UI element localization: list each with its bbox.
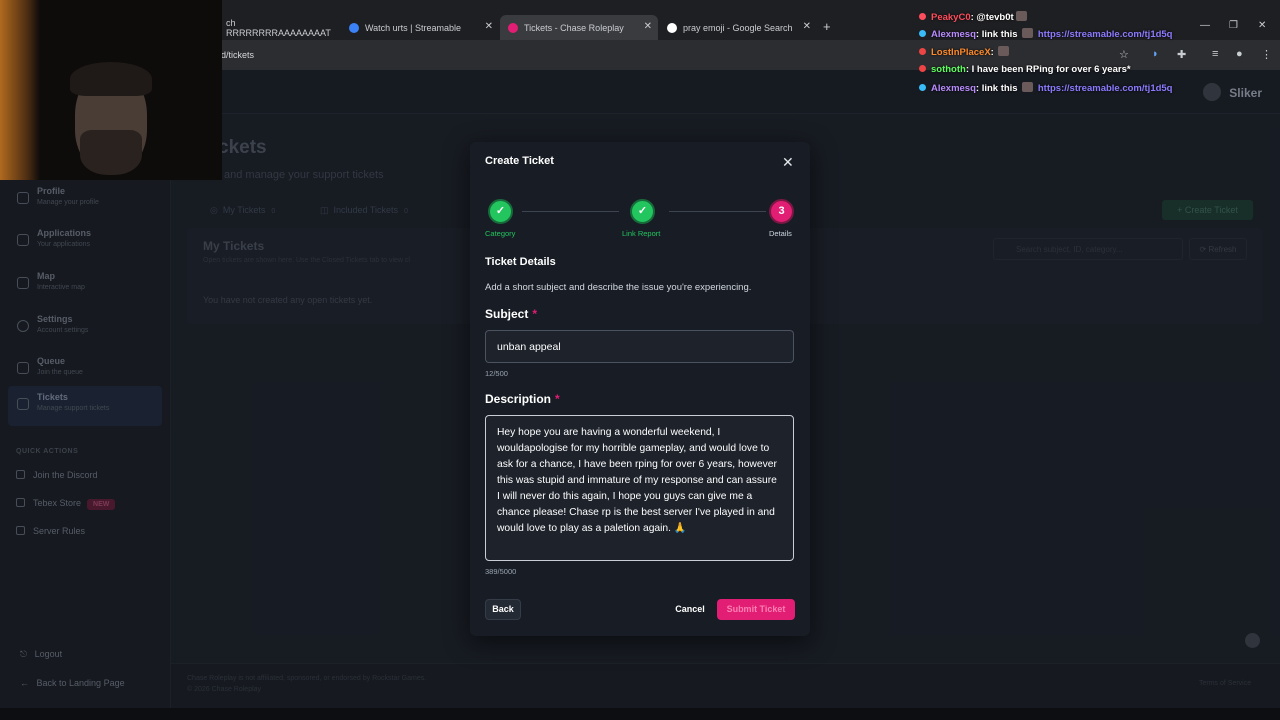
step-connector bbox=[669, 211, 766, 212]
close-icon[interactable]: ✕ bbox=[782, 154, 794, 171]
extension-icon[interactable]: ◗ bbox=[1152, 48, 1159, 60]
subject-label-text: Subject bbox=[485, 307, 529, 321]
tab-title: pray emoji - Google Search bbox=[683, 22, 793, 33]
webcam-light bbox=[0, 0, 40, 180]
close-window-icon[interactable]: ✕ bbox=[1258, 20, 1266, 31]
chase-icon bbox=[508, 22, 518, 33]
step-connector bbox=[522, 211, 619, 212]
required-mark: * bbox=[532, 307, 538, 321]
description-textarea[interactable]: Hey hope you are having a wonderful week… bbox=[485, 415, 794, 561]
chat-message: Alexmesq: link this https://streamable.c… bbox=[919, 28, 1173, 40]
emote-icon bbox=[998, 46, 1010, 56]
description-label: Description * bbox=[485, 392, 560, 406]
browser-tab-active[interactable]: Tickets - Chase Roleplay ✕ bbox=[500, 15, 658, 40]
submit-ticket-button[interactable]: Submit Ticket bbox=[717, 599, 795, 620]
badge-icon bbox=[919, 84, 926, 91]
tab-title: Tickets - Chase Roleplay bbox=[524, 22, 624, 33]
modal-title: Create Ticket bbox=[485, 155, 554, 167]
webcam-beard bbox=[80, 130, 142, 175]
chat-user: LostInPlaceX bbox=[931, 47, 991, 58]
step-1-check-icon: ✓ bbox=[488, 199, 513, 224]
step-3-number: 3 bbox=[769, 199, 794, 224]
chat-text: : I have been RPing for over 6 years* bbox=[965, 64, 1131, 75]
chat-text: : link this bbox=[975, 83, 1018, 94]
badge-icon bbox=[919, 13, 926, 20]
description-counter: 389/5000 bbox=[485, 567, 517, 576]
emote-icon bbox=[1022, 82, 1034, 92]
browser-tab[interactable]: pray emoji - Google Search ✕ bbox=[659, 15, 817, 40]
step-label-details: Details bbox=[769, 229, 792, 238]
menu-icon[interactable]: ⋮ bbox=[1261, 48, 1272, 61]
close-tab-icon[interactable]: ✕ bbox=[644, 21, 652, 32]
chat-message: PeakyC0: @tevb0t bbox=[919, 11, 1029, 23]
section-description: Add a short subject and describe the iss… bbox=[485, 282, 752, 293]
puzzle-icon[interactable]: ✚ bbox=[1177, 48, 1186, 61]
description-label-text: Description bbox=[485, 392, 552, 406]
bookmark-star-icon[interactable]: ☆ bbox=[1119, 48, 1129, 61]
chat-link[interactable]: https://streamable.com/tj1d5q bbox=[1038, 29, 1173, 40]
webcam-hair bbox=[70, 62, 152, 96]
browser-tab[interactable]: ch RRRRRRRRAAAAAAAAT bbox=[218, 15, 336, 40]
step-2-check-icon: ✓ bbox=[630, 199, 655, 224]
minimize-icon[interactable]: — bbox=[1200, 20, 1210, 31]
step-label-link-report: Link Report bbox=[622, 229, 661, 238]
profile-icon[interactable]: ● bbox=[1236, 48, 1243, 60]
webcam-overlay bbox=[0, 0, 222, 180]
chat-message: LostInPlaceX: bbox=[919, 46, 1011, 58]
badge-icon bbox=[919, 30, 926, 37]
subject-input[interactable] bbox=[485, 330, 794, 363]
chat-link[interactable]: https://streamable.com/tj1d5q bbox=[1038, 83, 1173, 94]
chat-message: Alexmesq: link this https://streamable.c… bbox=[919, 82, 1173, 94]
subject-counter: 12/500 bbox=[485, 369, 508, 378]
streamable-icon bbox=[349, 22, 359, 33]
browser-tab[interactable]: Watch urts | Streamable ✕ bbox=[341, 15, 499, 40]
close-tab-icon[interactable]: ✕ bbox=[803, 21, 811, 32]
chat-text: : link this bbox=[975, 29, 1018, 40]
chat-user: sothoth bbox=[931, 64, 966, 75]
chat-text: : @tevb0t bbox=[970, 12, 1014, 23]
chat-message: sothoth: I have been RPing for over 6 ye… bbox=[919, 64, 1131, 75]
subject-label: Subject * bbox=[485, 307, 537, 321]
section-title: Ticket Details bbox=[485, 256, 556, 268]
required-mark: * bbox=[555, 392, 560, 406]
media-icon[interactable]: ≡ bbox=[1212, 48, 1218, 60]
step-label-category: Category bbox=[485, 229, 516, 238]
badge-icon bbox=[919, 48, 926, 55]
chat-user: PeakyC0 bbox=[931, 12, 971, 23]
badge-icon bbox=[919, 65, 926, 72]
emote-icon bbox=[1022, 28, 1034, 38]
chat-user: Alexmesq bbox=[931, 29, 976, 40]
chat-user: Alexmesq bbox=[931, 83, 976, 94]
tab-title: ch RRRRRRRRAAAAAAAAT bbox=[226, 17, 331, 38]
back-button[interactable]: Back bbox=[485, 599, 521, 620]
taskbar-strip bbox=[0, 708, 1280, 720]
url-text[interactable]: rd/tickets bbox=[218, 50, 254, 60]
new-tab-icon[interactable]: + bbox=[823, 19, 831, 34]
cancel-button[interactable]: Cancel bbox=[669, 599, 711, 620]
tab-title: Watch urts | Streamable bbox=[365, 22, 462, 33]
emote-icon bbox=[1015, 11, 1027, 21]
maximize-icon[interactable]: ❐ bbox=[1229, 20, 1238, 31]
google-icon bbox=[667, 22, 677, 33]
close-tab-icon[interactable]: ✕ bbox=[485, 21, 493, 32]
chat-text: : bbox=[990, 47, 994, 58]
